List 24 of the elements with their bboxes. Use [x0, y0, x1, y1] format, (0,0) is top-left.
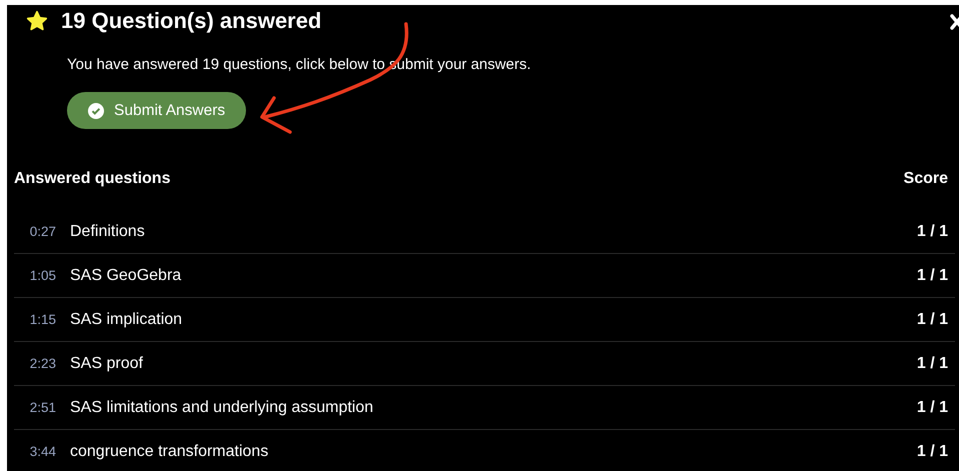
column-header: Score: [904, 170, 948, 188]
submit-answers-button[interactable]: Submit Answers: [67, 92, 246, 129]
question-name: SAS limitations and underlying assumption: [70, 398, 374, 416]
star-icon: [26, 10, 48, 32]
score-cell-text: 1 / 1: [916, 310, 949, 328]
time-cell-text: 0:27: [28, 224, 57, 239]
score-cell-text: 1 / 1: [916, 442, 949, 460]
check-circle-icon: [88, 102, 104, 118]
time-cell-text: 2:51: [28, 400, 57, 415]
dialog-title: 19 Question(s) answered: [61, 8, 322, 34]
question-name: SAS implication: [70, 310, 184, 328]
score-cell-text: 1 / 1: [916, 398, 949, 416]
question-name: congruence transformations: [70, 442, 270, 460]
question-name: SAS proof: [70, 354, 144, 372]
question-name: Definitions: [70, 222, 146, 240]
question-name: SAS GeoGebra: [70, 266, 182, 284]
time-cell-text: 3:44: [28, 444, 57, 459]
score-cell-text: 1 / 1: [916, 354, 949, 372]
score-cell-text: 1 / 1: [916, 266, 949, 284]
time-cell-text: 1:15: [28, 312, 57, 327]
time-cell-text: 1:05: [28, 268, 57, 283]
score-cell-text: 1 / 1: [916, 222, 949, 240]
time-cell-text: 2:23: [28, 356, 57, 371]
column-header: Answered questions: [14, 170, 170, 188]
